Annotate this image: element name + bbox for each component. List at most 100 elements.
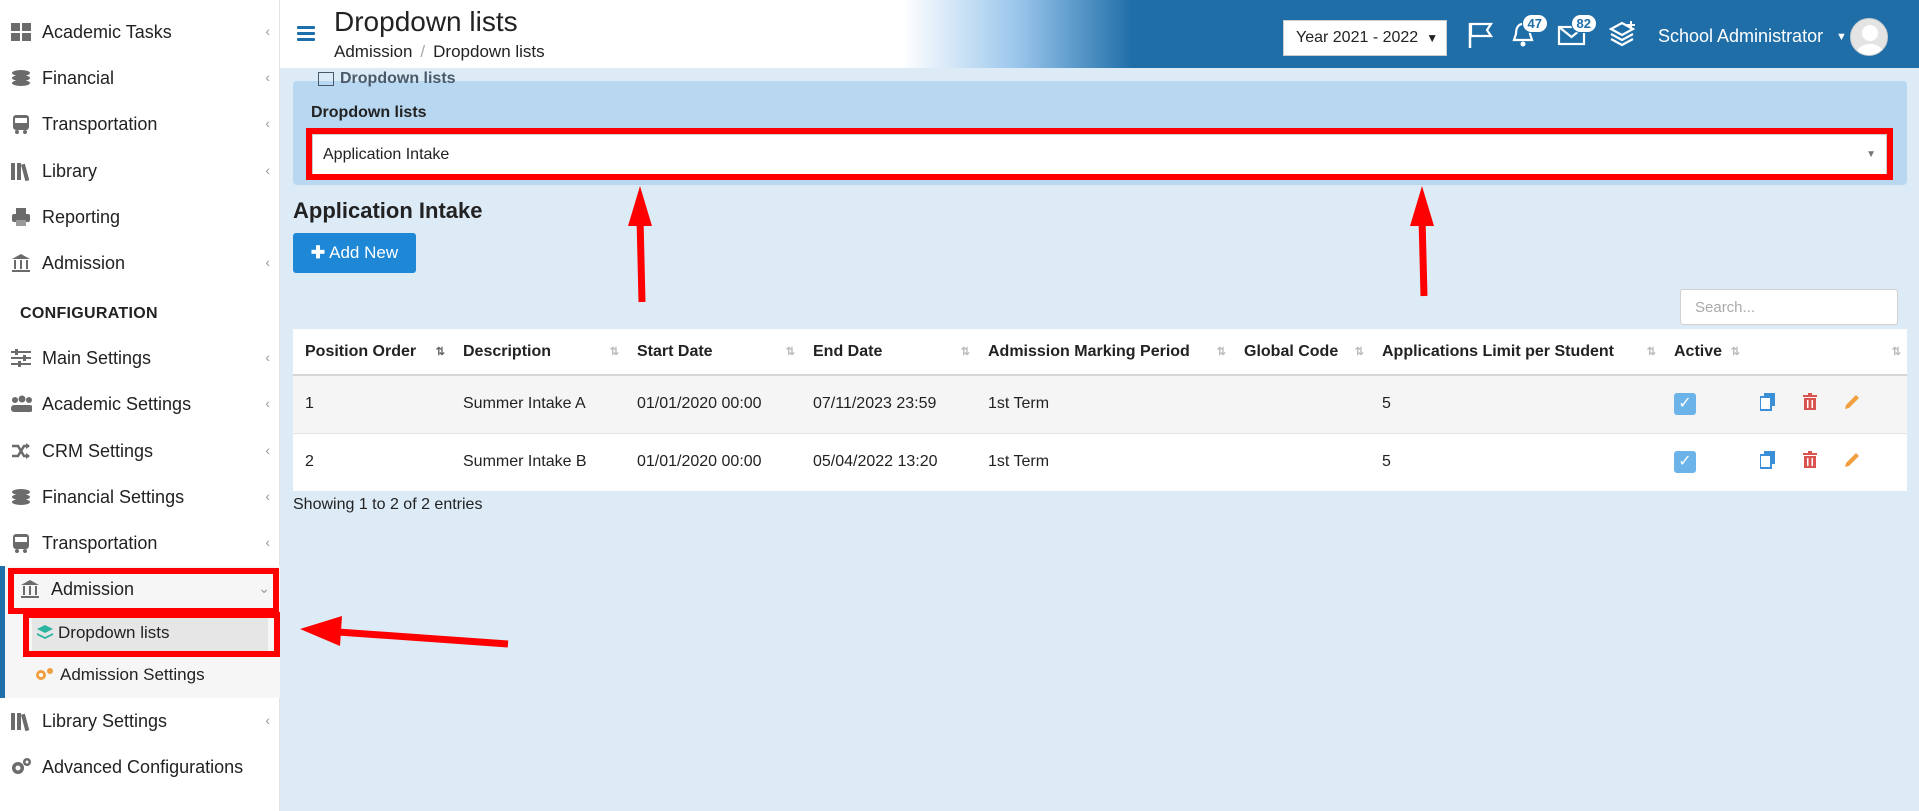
sidebar-item-library[interactable]: Library ‹ [0, 148, 280, 194]
add-new-button[interactable]: ✚ Add New [293, 233, 416, 273]
cell-end-date: 07/11/2023 23:59 [801, 374, 976, 433]
sort-icon: ⇅ [960, 346, 970, 358]
sort-icon: ⇅ [1354, 346, 1364, 358]
sidebar-subitem-admission-settings[interactable]: Admission Settings [34, 656, 270, 694]
table-info: Showing 1 to 2 of 2 entries [293, 496, 483, 513]
section-title: Application Intake [293, 198, 483, 223]
sidebar-item-label: Main Settings [42, 347, 152, 368]
sort-icon: ⇅ [609, 346, 619, 358]
search-input[interactable] [1680, 289, 1898, 325]
cell-limit: 5 [1370, 432, 1662, 491]
cell-global-code [1232, 374, 1370, 433]
sidebar-item-label: CRM Settings [42, 440, 154, 461]
sidebar-item-financial-settings[interactable]: Financial Settings ‹ [0, 474, 280, 520]
sidebar-item-transportation-settings[interactable]: Transportation ‹ [0, 520, 280, 566]
sidebar-item-label: Financial Settings [42, 486, 185, 507]
sidebar-item-advanced-configurations[interactable]: Advanced Configurations [0, 744, 280, 790]
breadcrumb-item[interactable]: Admission [334, 42, 412, 61]
checkbox-checked-icon[interactable]: ✓ [1674, 393, 1696, 416]
chevron-left-icon: ‹ [265, 395, 270, 411]
cell-description: Summer Intake A [451, 374, 625, 433]
column-header[interactable]: Description ⇅ [451, 329, 625, 376]
sidebar-item-reporting[interactable]: Reporting [0, 194, 280, 240]
sort-asc-icon: ⇅ [435, 346, 445, 358]
checkbox-checked-icon[interactable]: ✓ [1674, 451, 1696, 474]
column-header[interactable]: Admission Marking Period ⇅ [976, 329, 1232, 376]
year-select[interactable]: Year 2021 - 2022 ▼ [1283, 20, 1447, 56]
cell-active: ✓ [1662, 432, 1746, 491]
sidebar-item-label: Transportation [42, 532, 158, 553]
cell-start-date: 01/01/2020 00:00 [625, 432, 801, 491]
top-bar: Dropdown lists Admission / Dropdown lists … [280, 0, 1919, 68]
notifications-badge: 47 [1521, 14, 1548, 33]
column-header[interactable]: Position Order ⇅ [293, 329, 451, 376]
coins-icon [10, 486, 32, 508]
sidebar-item-financial[interactable]: Financial ‹ [0, 55, 280, 101]
cell-position: 2 [293, 432, 451, 491]
annotation-arrow-left [337, 628, 509, 648]
trash-icon[interactable] [1800, 450, 1820, 470]
chevron-left-icon: ‹ [265, 712, 270, 728]
chevron-left-icon: ‹ [265, 115, 270, 131]
column-header[interactable]: Global Code ⇅ [1232, 329, 1370, 376]
column-header[interactable]: Applications Limit per Student ⇅ [1370, 329, 1662, 376]
sidebar-item-main-settings[interactable]: Main Settings ‹ [0, 335, 280, 381]
table-icon [318, 72, 334, 86]
bus-icon [10, 113, 32, 135]
sidebar-item-label: Admission [42, 252, 126, 273]
pencil-icon[interactable] [1842, 392, 1862, 412]
cell-marking-period: 1st Term [976, 374, 1232, 433]
books-icon [10, 710, 32, 732]
sort-icon: ⇅ [785, 346, 795, 358]
plus-icon: ✚ [310, 243, 326, 262]
shuffle-icon [10, 440, 32, 462]
sidebar-item-academic-settings[interactable]: Academic Settings ‹ [0, 381, 280, 427]
cell-position: 1 [293, 374, 451, 433]
chevron-left-icon: ‹ [265, 442, 270, 458]
envelope-icon[interactable]: 82 [1557, 14, 1597, 50]
flag-icon[interactable] [1465, 20, 1495, 50]
cell-end-date: 05/04/2022 13:20 [801, 432, 976, 491]
cell-actions [1746, 374, 1907, 433]
column-header[interactable]: Active ⇅ [1662, 329, 1746, 376]
sidebar-item-label: Academic Settings [42, 393, 192, 414]
table-header-row: Position Order ⇅ Description ⇅ Start Date ⇅… [293, 329, 1907, 376]
sidebar-item-label: Academic Tasks [42, 21, 172, 42]
coins-icon [10, 67, 32, 89]
panel-heading-text: Dropdown lists [340, 70, 456, 87]
sort-icon: ⇅ [1216, 346, 1226, 358]
table-row: 1 Summer Intake A 01/01/2020 00:00 07/11… [293, 374, 1907, 433]
sidebar-item-library-settings[interactable]: Library Settings ‹ [0, 698, 280, 744]
cell-active: ✓ [1662, 374, 1746, 433]
page-title: Dropdown lists [334, 6, 518, 37]
chevron-left-icon: ‹ [265, 162, 270, 178]
menu-toggle-icon[interactable] [297, 26, 315, 41]
column-header[interactable]: End Date ⇅ [801, 329, 976, 376]
cell-marking-period: 1st Term [976, 432, 1232, 491]
sidebar: Academic Tasks ‹ Financial ‹ Transportat… [0, 0, 280, 811]
user-menu[interactable]: School Administrator [1658, 26, 1823, 47]
pencil-icon[interactable] [1842, 450, 1862, 470]
column-header[interactable]: ⇅ [1746, 329, 1907, 376]
column-header[interactable]: Start Date ⇅ [625, 329, 801, 376]
sidebar-item-crm-settings[interactable]: CRM Settings ‹ [0, 428, 280, 474]
year-select-value: Year 2021 - 2022 [1296, 29, 1419, 46]
trash-icon[interactable] [1800, 392, 1820, 412]
sliders-icon [10, 347, 32, 369]
sidebar-item-label: Financial [42, 67, 115, 88]
chevron-left-icon: ‹ [265, 23, 270, 39]
intake-table: Position Order ⇅ Description ⇅ Start Date ⇅… [293, 329, 1907, 491]
sort-icon: ⇅ [1891, 346, 1901, 358]
annotation-arrow-up-left [636, 217, 646, 303]
caret-down-icon[interactable]: ▼ [1836, 31, 1847, 43]
avatar[interactable] [1850, 18, 1888, 56]
sidebar-item-academic-tasks[interactable]: Academic Tasks ‹ [0, 9, 280, 55]
sidebar-item-admission[interactable]: Admission ‹ [0, 240, 280, 286]
sidebar-item-transportation[interactable]: Transportation ‹ [0, 101, 280, 147]
copy-icon[interactable] [1758, 450, 1778, 470]
bell-icon[interactable]: 47 [1508, 14, 1548, 50]
annotation-box-dropdown [306, 128, 1893, 180]
layers-plus-icon[interactable] [1608, 20, 1638, 50]
copy-icon[interactable] [1758, 392, 1778, 412]
sidebar-item-label: Library [42, 160, 98, 181]
